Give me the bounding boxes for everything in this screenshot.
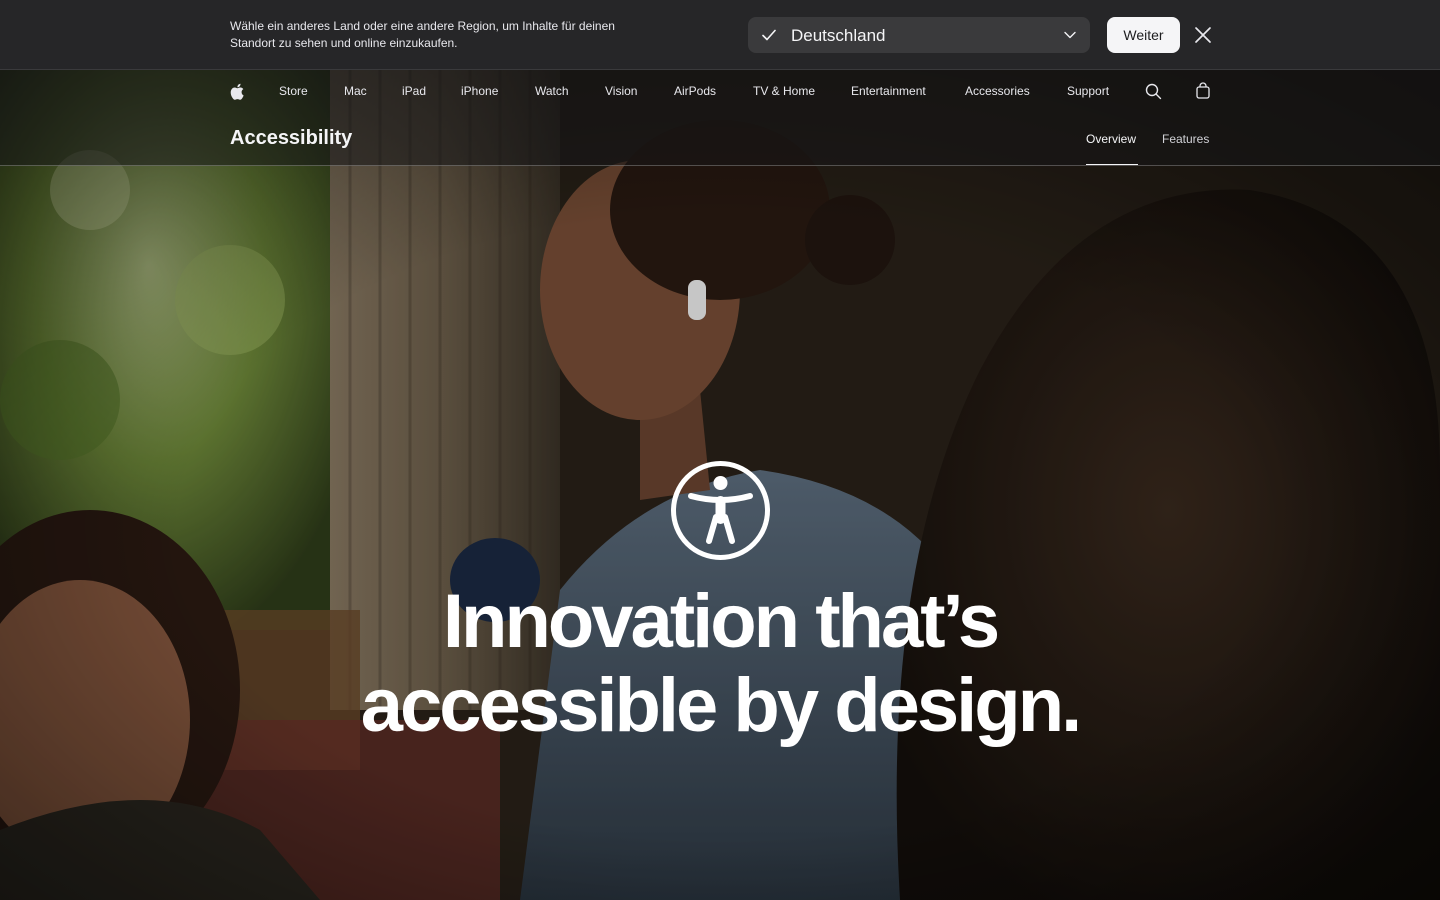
nav-item-vision[interactable]: Vision (605, 84, 637, 98)
accessibility-icon (671, 461, 770, 560)
hero-headline-line1: Innovation that’s (442, 579, 1000, 664)
chevron-down-icon (1064, 31, 1076, 39)
country-select[interactable]: Deutschland (748, 17, 1090, 53)
tab-features[interactable]: Features (1162, 132, 1209, 146)
nav-item-mac[interactable]: Mac (344, 84, 367, 98)
continue-button[interactable]: Weiter (1107, 17, 1180, 53)
locale-banner: Wähle ein anderes Land oder eine andere … (0, 0, 1440, 70)
nav-item-store[interactable]: Store (279, 84, 308, 98)
apple-logo-icon[interactable] (230, 83, 244, 100)
nav-item-airpods[interactable]: AirPods (674, 84, 716, 98)
page-title[interactable]: Accessibility (230, 127, 352, 150)
search-icon[interactable] (1145, 83, 1162, 100)
nav-item-entertainment[interactable]: Entertainment (851, 84, 926, 98)
nav-item-accessories[interactable]: Accessories (965, 84, 1030, 98)
locale-message-line1: Wähle ein anderes Land oder eine andere … (230, 19, 615, 33)
bag-icon[interactable] (1196, 82, 1210, 99)
global-nav: Store Mac iPad iPhone Watch Vision AirPo… (0, 70, 1440, 114)
local-nav: Accessibility Overview Features (0, 114, 1440, 166)
close-icon[interactable] (1193, 25, 1213, 45)
hero-headline-line2: accessible by design. (360, 663, 1083, 748)
nav-item-ipad[interactable]: iPad (402, 84, 426, 98)
locale-message: Wähle ein anderes Land oder eine andere … (230, 18, 650, 52)
nav-item-tv-home[interactable]: TV & Home (753, 84, 815, 98)
nav-item-support[interactable]: Support (1067, 84, 1109, 98)
locale-message-line2: Standort zu sehen und online einzukaufen… (230, 36, 458, 50)
hero-headline: Innovation that’s accessible by design. (0, 580, 1440, 748)
tab-overview[interactable]: Overview (1086, 132, 1136, 146)
nav-item-watch[interactable]: Watch (535, 84, 569, 98)
nav-item-iphone[interactable]: iPhone (461, 84, 498, 98)
country-select-value: Deutschland (791, 26, 886, 45)
checkmark-icon (762, 29, 776, 41)
active-tab-indicator (1086, 164, 1138, 165)
